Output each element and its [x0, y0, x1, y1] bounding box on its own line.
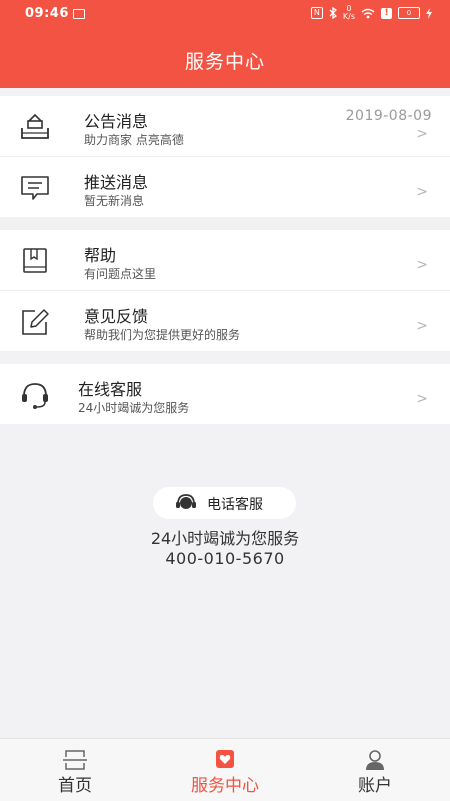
bluetooth-icon — [329, 7, 337, 19]
tab-home-label: 首页 — [58, 776, 92, 796]
push-messages-title: 推送消息 — [84, 173, 149, 192]
tab-service-center-label: 服务中心 — [191, 776, 259, 796]
scan-home-icon — [63, 750, 87, 770]
list-item-help[interactable]: 帮助 有问题点这里 > — [0, 230, 450, 290]
phone-service-button[interactable]: 电话客服 — [153, 487, 296, 519]
status-indicators: N 0 K/s ! 0 — [310, 5, 432, 21]
help-title: 帮助 — [84, 246, 117, 265]
tab-service-center[interactable]: 服务中心 — [150, 739, 300, 801]
person-icon — [366, 750, 384, 770]
chevron-right-icon: > — [416, 318, 428, 334]
chevron-right-icon: > — [416, 257, 428, 273]
chevron-right-icon: > — [416, 391, 428, 407]
phone-service-hours: 24小时竭诚为您服务 — [150, 529, 300, 548]
message-bubble-icon — [21, 176, 49, 200]
announcements-date: 2019-08-09 — [345, 108, 432, 124]
chevron-right-icon: > — [416, 126, 428, 142]
phone-number[interactable]: 400-010-5670 — [0, 549, 450, 568]
status-time: 09:46 — [25, 6, 69, 21]
wifi-icon — [361, 8, 375, 18]
tab-account[interactable]: 账户 — [300, 739, 450, 801]
help-subtitle: 有问题点这里 — [84, 267, 157, 281]
tab-home[interactable]: 首页 — [0, 739, 150, 801]
service-heart-icon — [216, 750, 234, 768]
headset-icon — [176, 494, 196, 509]
announcements-subtitle: 助力商家 点亮高德 — [84, 133, 184, 147]
book-icon — [23, 248, 47, 273]
announcements-title: 公告消息 — [84, 112, 149, 131]
bottom-tab-bar: 首页 服务中心 账户 — [0, 738, 450, 801]
alert-icon: ! — [381, 7, 392, 19]
status-bar: 09:46 N 0 K/s ! 0 — [0, 0, 450, 28]
list-item-feedback[interactable]: 意见反馈 帮助我们为您提供更好的服务 > — [0, 290, 450, 351]
online-service-section: 在线客服 24小时竭诚为您服务 > — [0, 364, 450, 424]
support-section: 帮助 有问题点这里 > 意见反馈 帮助我们为您提供更好的服务 > — [0, 230, 450, 351]
feedback-title: 意见反馈 — [84, 307, 149, 326]
online-service-subtitle: 24小时竭诚为您服务 — [78, 401, 190, 415]
list-item-announcements[interactable]: 公告消息 助力商家 点亮高德 2019-08-09 > — [0, 96, 450, 156]
notification-icon — [73, 9, 85, 19]
charging-icon — [426, 7, 432, 19]
list-item-push-messages[interactable]: 推送消息 暂无新消息 > — [0, 156, 450, 217]
headset-icon — [22, 383, 48, 409]
list-item-online-service[interactable]: 在线客服 24小时竭诚为您服务 > — [0, 364, 450, 424]
edit-icon — [22, 309, 49, 335]
nfc-icon: N — [310, 7, 323, 19]
network-speed-unit: K/s — [342, 12, 355, 21]
feedback-subtitle: 帮助我们为您提供更好的服务 — [84, 328, 241, 342]
online-service-title: 在线客服 — [78, 380, 143, 399]
messages-section: 公告消息 助力商家 点亮高德 2019-08-09 > 推送消息 暂无新消息 > — [0, 96, 450, 217]
chevron-right-icon: > — [416, 184, 428, 200]
tab-account-label: 账户 — [358, 776, 392, 796]
header-bar: 服务中心 — [0, 28, 450, 88]
page-title: 服务中心 — [184, 51, 265, 73]
announcement-board-icon — [21, 113, 49, 139]
battery-icon: 0 — [398, 7, 420, 19]
network-speed: 0 K/s — [343, 5, 355, 21]
push-messages-subtitle: 暂无新消息 — [84, 194, 145, 208]
phone-service-label: 电话客服 — [207, 497, 263, 513]
